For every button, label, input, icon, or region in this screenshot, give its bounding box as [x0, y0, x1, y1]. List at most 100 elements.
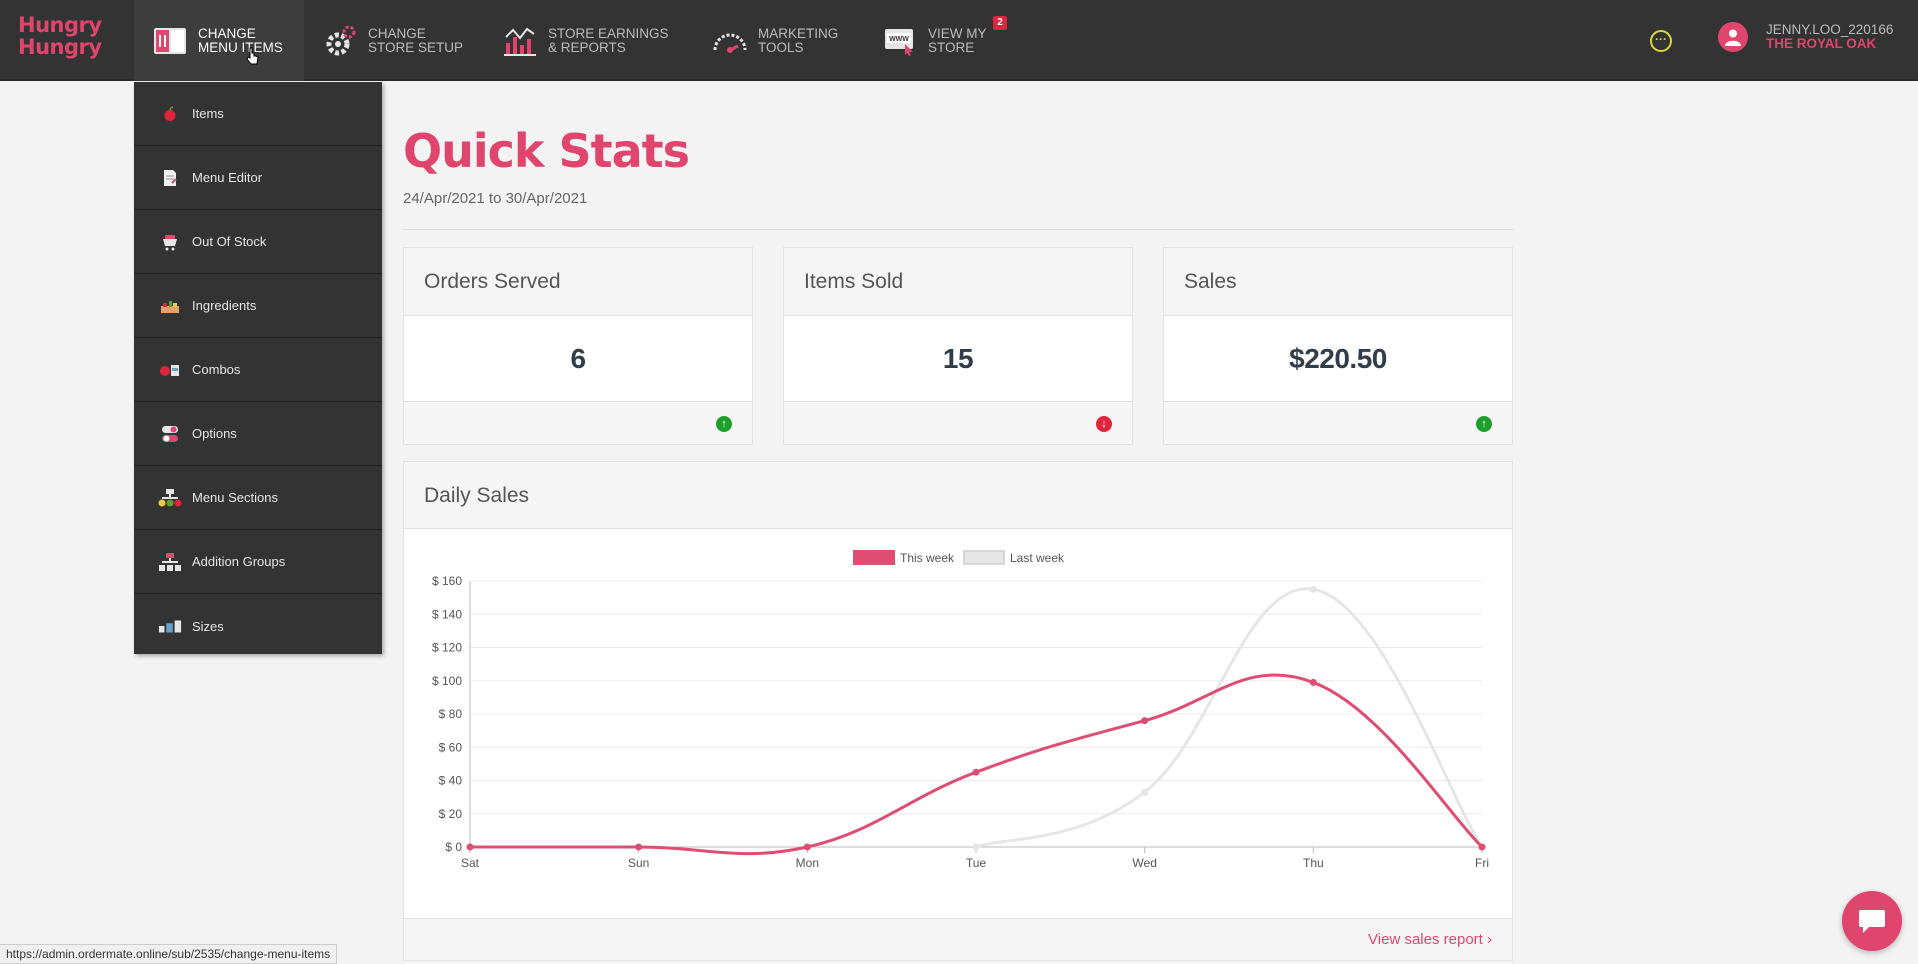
- chat-bubble-icon: [1859, 910, 1885, 933]
- dropdown-item-label: Combos: [192, 362, 241, 377]
- data-point: [466, 843, 474, 851]
- x-tick-label: Mon: [796, 856, 819, 870]
- sizes-icon: [158, 616, 182, 636]
- stat-card-label: Items Sold: [784, 248, 1132, 316]
- logo[interactable]: Hungry Hungry: [18, 13, 102, 60]
- series-line-this-week: [470, 673, 1484, 856]
- dropdown-item-menu-sections[interactable]: Menu Sections: [134, 466, 382, 530]
- nav-label-line2: & REPORTS: [548, 39, 626, 55]
- dropdown-item-items[interactable]: Items: [134, 82, 382, 146]
- trend-up-icon: ↑: [1476, 416, 1492, 432]
- daily-sales-card: Daily Sales $ 0 $ 20 $ 40 $ 60 $ 80 $ 100 $ 12…: [403, 461, 1513, 961]
- x-tick-label: Fri: [1475, 856, 1489, 870]
- www-icon: www: [880, 23, 920, 59]
- nav-label-line1: STORE EARNINGS: [548, 25, 669, 41]
- nav-label-line2: STORE: [928, 39, 975, 55]
- change-menu-items-dropdown: Items Menu Editor Out Of Stock Ingredien…: [134, 82, 382, 654]
- daily-sales-chart: $ 0 $ 20 $ 40 $ 60 $ 80 $ 100 $ 120 $ 140 $ 160 S…: [432, 550, 1489, 870]
- data-point: [972, 843, 980, 851]
- trend-up-icon: ↑: [716, 416, 732, 432]
- dropdown-item-sizes[interactable]: Sizes: [134, 594, 382, 658]
- dropdown-item-combos[interactable]: Combos: [134, 338, 382, 402]
- date-range: 24/Apr/2021 to 30/Apr/2021: [403, 190, 588, 207]
- nav-view-my-store[interactable]: www VIEW MY STORE 2: [880, 0, 1010, 81]
- nav-label-line1: CHANGE: [198, 25, 256, 41]
- apple-icon: [158, 104, 182, 124]
- x-tick-label: Sat: [461, 856, 480, 870]
- dropdown-item-out-of-stock[interactable]: Out Of Stock: [134, 210, 382, 274]
- dropdown-item-label: Sizes: [192, 618, 224, 634]
- stat-card-value: 15: [784, 316, 1132, 402]
- dropdown-item-label: Addition Groups: [192, 554, 286, 569]
- more-options-button[interactable]: ···: [1650, 30, 1672, 52]
- stat-card-label: Orders Served: [404, 248, 752, 316]
- groups-icon: [158, 552, 182, 572]
- nav-change-menu-items[interactable]: CHANGE MENU ITEMS: [134, 0, 304, 81]
- gear-icon: [320, 23, 360, 59]
- ingredients-icon: [158, 296, 182, 316]
- toggle-icon: [158, 424, 182, 444]
- dropdown-item-ingredients[interactable]: Ingredients: [134, 274, 382, 338]
- divider: [403, 229, 1513, 230]
- stat-card-value: 6: [404, 316, 752, 402]
- legend-swatch: [853, 550, 895, 565]
- view-sales-report-label: View sales report: [1368, 931, 1483, 948]
- data-point: [1478, 843, 1486, 851]
- nav-label-line2: MENU ITEMS: [198, 39, 283, 55]
- chat-button[interactable]: [1842, 891, 1902, 951]
- legend-label: Last week: [1010, 551, 1065, 565]
- stat-card-items-sold: Items Sold 15 ↓: [783, 247, 1133, 445]
- y-tick-label: $ 20: [439, 807, 463, 821]
- x-tick-label: Wed: [1132, 856, 1156, 870]
- logo-line-2: Hungry: [18, 35, 102, 59]
- data-point: [635, 843, 643, 851]
- nav-label-line1: VIEW MY: [928, 25, 987, 41]
- dropdown-item-label: Options: [192, 426, 237, 441]
- data-point: [972, 768, 980, 776]
- x-tick-label: Tue: [966, 856, 987, 870]
- stat-card-orders-served: Orders Served 6 ↑: [403, 247, 753, 445]
- store-name: THE ROYAL OAK: [1766, 36, 1877, 51]
- series-line-last-week: [975, 587, 1484, 849]
- top-navigation-bar: Hungry Hungry CHANGE MENU ITEMS CHANGE STO…: [0, 0, 1918, 81]
- user-menu[interactable]: JENNY.LOO_220166 THE ROYAL OAK: [1718, 22, 1893, 52]
- y-tick-label: $ 100: [432, 674, 462, 688]
- stat-card-label: Sales: [1164, 248, 1512, 316]
- svg-text:www: www: [889, 36, 909, 43]
- page-title: Quick Stats: [403, 124, 690, 178]
- data-point: [1141, 788, 1149, 796]
- y-tick-label: $ 60: [439, 740, 463, 754]
- daily-sales-title: Daily Sales: [404, 462, 1512, 529]
- dropdown-item-menu-editor[interactable]: Menu Editor: [134, 146, 382, 210]
- data-point: [1309, 678, 1317, 686]
- data-point: [1141, 717, 1149, 725]
- stat-card-sales: Sales $220.50 ↑: [1163, 247, 1513, 445]
- dropdown-item-label: Out Of Stock: [192, 234, 267, 249]
- x-tick-label: Sun: [628, 856, 649, 870]
- data-point: [1309, 585, 1317, 593]
- y-tick-label: $ 120: [432, 641, 462, 655]
- document-icon: [158, 168, 182, 188]
- dropdown-item-label: Menu Editor: [192, 170, 263, 185]
- legend-swatch: [963, 550, 1005, 565]
- logo-line-1: Hungry: [18, 13, 102, 37]
- gauge-icon: [710, 23, 750, 59]
- y-tick-label: $ 80: [439, 707, 463, 721]
- nav-marketing-tools[interactable]: MARKETING TOOLS: [710, 0, 850, 81]
- nav-change-store-setup[interactable]: CHANGE STORE SETUP: [320, 0, 470, 81]
- dropdown-item-addition-groups[interactable]: Addition Groups: [134, 530, 382, 594]
- mouse-cursor-icon: [246, 47, 259, 65]
- stat-card-value: $220.50: [1164, 316, 1512, 402]
- dropdown-item-label: Menu Sections: [192, 490, 278, 505]
- data-point: [803, 843, 811, 851]
- nav-store-earnings-reports[interactable]: STORE EARNINGS & REPORTS: [500, 0, 670, 81]
- nav-label-line1: CHANGE: [368, 25, 426, 41]
- daily-sales-chart-area: $ 0 $ 20 $ 40 $ 60 $ 80 $ 100 $ 120 $ 140 $ 160 S…: [404, 529, 1512, 919]
- combo-icon: [158, 360, 182, 380]
- status-bar-url: https://admin.ordermate.online/sub/2535/…: [0, 944, 338, 964]
- view-sales-report-link[interactable]: View sales report ›: [1368, 931, 1492, 948]
- nav-label-line2: TOOLS: [758, 39, 804, 55]
- y-tick-label: $ 0: [445, 840, 462, 854]
- user-avatar-icon: [1718, 22, 1748, 52]
- dropdown-item-options[interactable]: Options: [134, 402, 382, 466]
